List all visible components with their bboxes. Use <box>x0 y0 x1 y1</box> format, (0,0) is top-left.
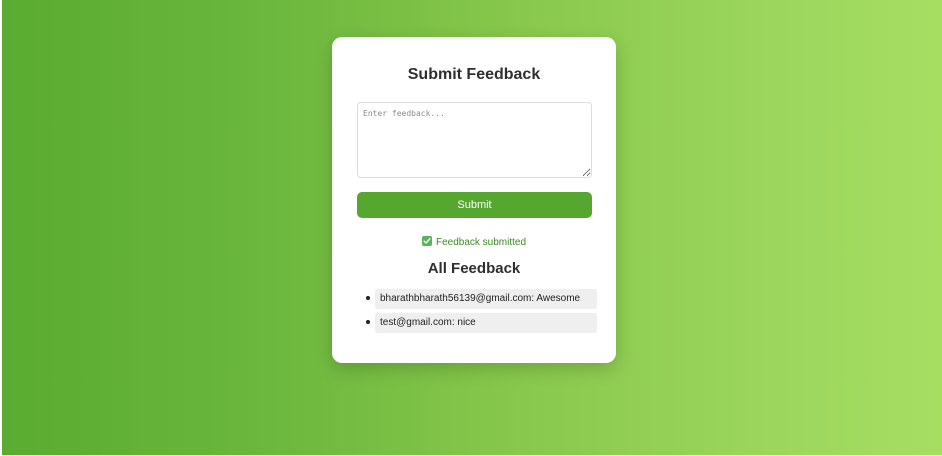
feedback-list: bharathbharath56139@gmail.com: Awesome t… <box>332 289 616 337</box>
page-background: Submit Feedback Submit Feedback submitte… <box>2 0 942 455</box>
list-item: test@gmail.com: nice <box>332 313 616 333</box>
feedback-item-text: test@gmail.com: nice <box>375 313 597 333</box>
status-message: Feedback submitted <box>332 236 616 249</box>
bullet-icon <box>366 296 370 300</box>
list-item: bharathbharath56139@gmail.com: Awesome <box>332 289 616 309</box>
check-box-icon <box>421 236 432 246</box>
bullet-icon <box>366 320 370 324</box>
feedback-item-text: bharathbharath56139@gmail.com: Awesome <box>375 289 597 309</box>
form-title: Submit Feedback <box>407 66 541 83</box>
all-feedback-title: All Feedback <box>427 260 521 277</box>
status-text: Feedback submitted <box>435 237 527 248</box>
feedback-input[interactable] <box>357 102 592 178</box>
feedback-card: Submit Feedback Submit Feedback submitte… <box>332 37 616 363</box>
submit-button[interactable]: Submit <box>357 192 592 218</box>
